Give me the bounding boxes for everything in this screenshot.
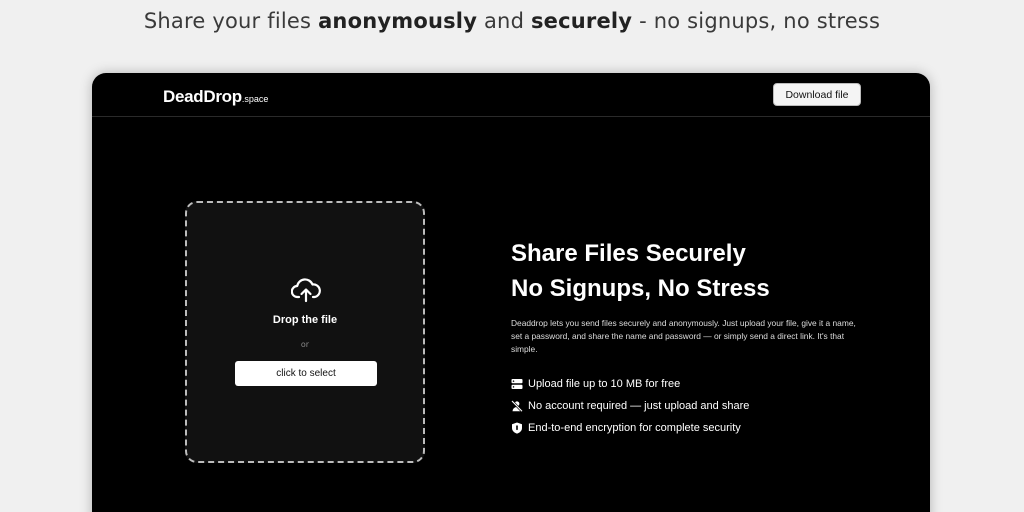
tagline-bold-anonymously: anonymously (318, 9, 478, 33)
feature-item: No account required — just upload and sh… (511, 395, 871, 417)
feature-text: End-to-end encryption for complete secur… (528, 422, 741, 434)
user-slash-icon (511, 400, 523, 412)
download-file-button[interactable]: Download file (773, 83, 861, 106)
hero-title: Share Files Securely No Signups, No Stre… (511, 236, 770, 306)
tagline-part-2: and (477, 9, 531, 33)
tagline-part-3: - no signups, no stress (632, 9, 881, 33)
feature-item: End-to-end encryption for complete secur… (511, 417, 871, 439)
page-tagline: Share your files anonymously and securel… (0, 9, 1024, 33)
hero-title-line-1: Share Files Securely (511, 240, 746, 267)
logo-sub: .space (241, 94, 269, 104)
navbar: DeadDrop.space Download file (92, 73, 930, 117)
shield-icon (512, 422, 522, 434)
tagline-part-1: Share your files (143, 9, 319, 33)
app-window: DeadDrop.space Download file Drop the fi… (92, 73, 930, 512)
select-file-button[interactable]: click to select (235, 361, 377, 386)
drop-title: Drop the file (272, 314, 338, 326)
or-separator: or (300, 340, 310, 349)
feature-text: No account required — just upload and sh… (528, 400, 750, 412)
tagline-bold-securely: securely (530, 9, 633, 33)
server-icon (511, 379, 523, 389)
logo[interactable]: DeadDrop.space (163, 87, 268, 107)
feature-list: Upload file up to 10 MB for free No acco… (511, 373, 871, 439)
hero-description: Deaddrop lets you send files securely an… (511, 318, 856, 354)
hero-title-line-2: No Signups, No Stress (511, 275, 770, 302)
logo-main: DeadDrop (163, 87, 242, 106)
file-dropzone[interactable]: Drop the file or click to select (185, 201, 425, 463)
feature-item: Upload file up to 10 MB for free (511, 373, 871, 395)
cloud-upload-icon (291, 278, 321, 303)
feature-text: Upload file up to 10 MB for free (528, 378, 681, 390)
